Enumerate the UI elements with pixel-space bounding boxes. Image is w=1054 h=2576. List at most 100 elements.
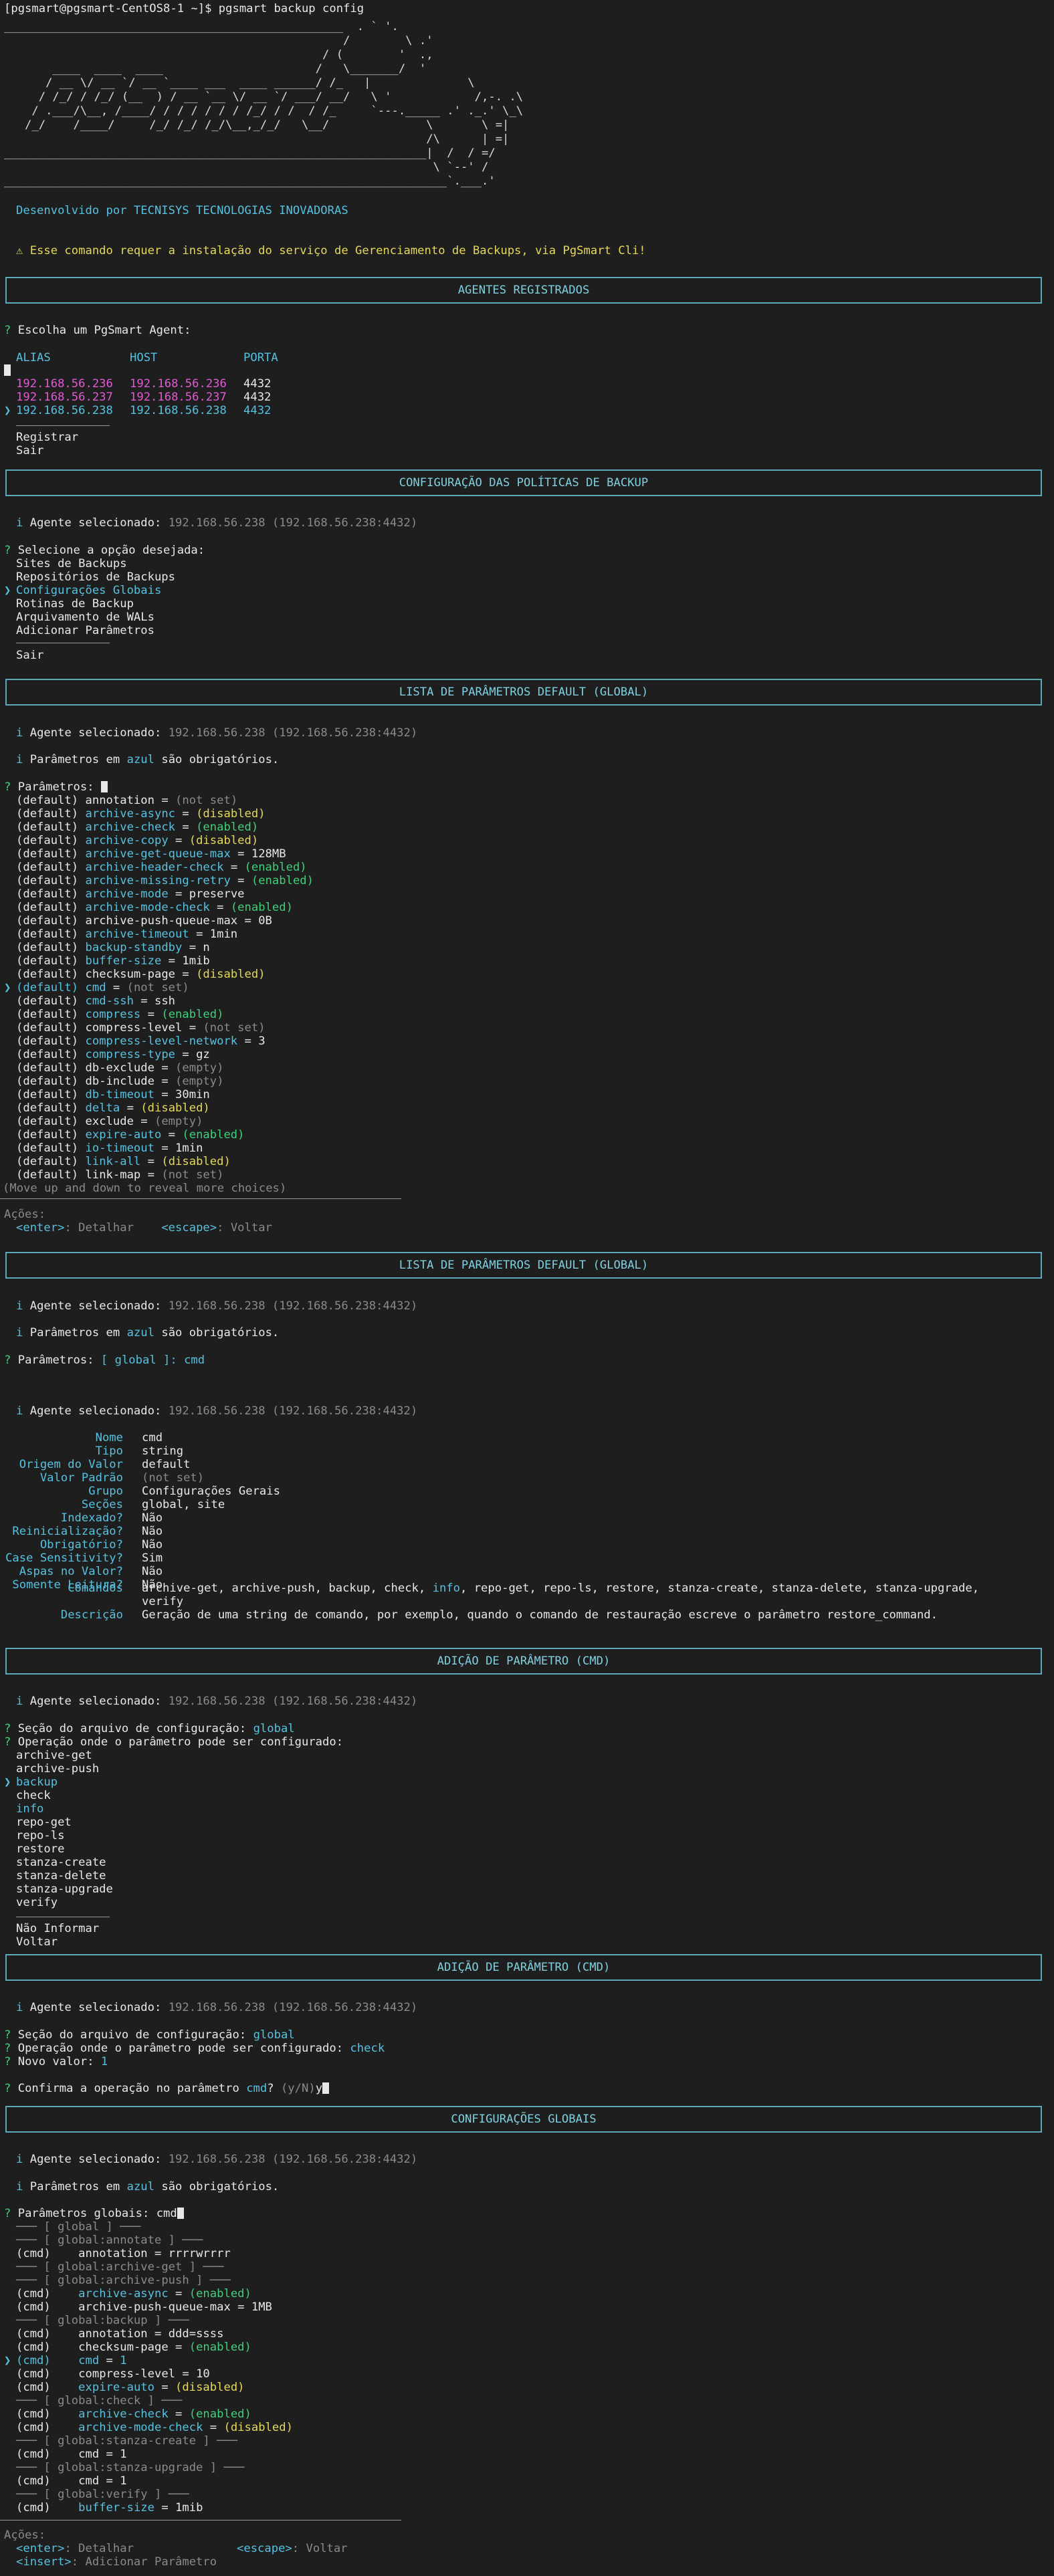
- detail-value: Configurações Gerais: [142, 1485, 280, 1498]
- detail-key: Aspas no Valor?: [19, 1565, 123, 1578]
- agent-exit-option[interactable]: Sair: [16, 444, 43, 457]
- question-icon: ?: [4, 1354, 11, 1367]
- param-row[interactable]: ❯ (default) cmd = (not set): [4, 981, 189, 994]
- param-name: backup-standby: [85, 941, 183, 954]
- actions-bar: <enter>: Detalhar <escape>: Voltar: [16, 1221, 272, 1235]
- question-icon: ?: [4, 324, 11, 337]
- param-source: (cmd): [16, 2341, 51, 2354]
- selected-agent-value: 192.168.56.238 (192.168.56.238:4432): [168, 726, 418, 740]
- param-value: (enabled): [189, 2341, 251, 2354]
- enter-key[interactable]: <enter>: [16, 2542, 64, 2555]
- section-header-params-2: LISTA DE PARÂMETROS DEFAULT (GLOBAL): [5, 1252, 1042, 1279]
- selected-agent: i Agente selecionado: 192.168.56.238 (19…: [4, 1299, 417, 1313]
- param-source: (default): [16, 887, 79, 901]
- detail-value: Não: [142, 1565, 163, 1578]
- detail-key: Nome: [95, 1431, 123, 1444]
- param-name: buffer-size: [78, 2501, 154, 2514]
- escape-key[interactable]: <escape>: [237, 2542, 292, 2555]
- section-group-label: [ global:check ]: [43, 2394, 154, 2407]
- info-icon: i: [16, 2153, 23, 2166]
- param-name: archive-get-queue-max: [85, 847, 231, 861]
- pointer-icon: ❯: [4, 584, 11, 597]
- param-row[interactable]: ❯ (cmd) cmd = 1: [4, 2354, 127, 2367]
- operation-question: ? Operação onde o parâmetro pode ser con…: [4, 1735, 344, 1749]
- info-icon: i: [16, 1299, 23, 1313]
- param-value: 1: [120, 2474, 127, 2488]
- param-source: (cmd): [16, 2367, 51, 2381]
- section-question: ? Seção do arquivo de configuração: glob…: [4, 1722, 295, 1735]
- pointer-icon: ❯: [4, 404, 11, 417]
- param-source: (default): [16, 1168, 79, 1182]
- param-name: archive-push-queue-max: [78, 2300, 231, 2314]
- detail-key: Seções: [81, 1498, 123, 1511]
- detail-key: Grupo: [88, 1485, 123, 1498]
- param-value: 1min: [175, 1142, 203, 1155]
- agent-row[interactable]: ❯ 192.168.56.238 192.168.56.238 4432: [4, 404, 271, 417]
- operation-label: archive-get: [16, 1749, 92, 1762]
- param-name: archive-copy: [85, 834, 169, 847]
- param-name: db-timeout: [85, 1088, 154, 1101]
- agent-host: 192.168.56.236: [130, 377, 227, 391]
- selected-agent-label: Agente selecionado:: [29, 726, 162, 740]
- param-name: io-timeout: [85, 1142, 154, 1155]
- escape-key[interactable]: <escape>: [161, 1221, 217, 1235]
- required-note-a: Parâmetros em: [29, 753, 127, 766]
- param-value: (empty): [175, 1075, 224, 1088]
- required-note-b: azul: [126, 1326, 154, 1339]
- param-value: (not set): [126, 981, 189, 994]
- detail-key: Valor Padrão: [39, 1471, 123, 1485]
- param-name: archive-check: [78, 2407, 169, 2421]
- param-value: (empty): [175, 1061, 224, 1075]
- developer-credit: Desenvolvido por TECNISYS TECNOLOGIAS IN…: [16, 204, 348, 217]
- insert-key[interactable]: <insert>: [16, 2555, 72, 2569]
- param-name: link-all: [85, 1155, 141, 1168]
- selected-agent: i Agente selecionado: 192.168.56.238 (19…: [4, 726, 417, 740]
- param-source: (default): [16, 981, 79, 994]
- selected-agent-value: 192.168.56.238 (192.168.56.238:4432): [168, 1299, 418, 1313]
- agent-host: 192.168.56.237: [130, 391, 227, 404]
- confirm-prompt[interactable]: ? Confirma a operação no parâmetro cmd? …: [4, 2082, 330, 2095]
- option-label: Adicionar Parâmetros: [16, 624, 154, 637]
- section-group-label: [ global:archive-push ]: [43, 2274, 203, 2287]
- param-name: archive-check: [85, 821, 176, 834]
- operation-item[interactable]: ❯ backup: [4, 1776, 58, 1789]
- op-back[interactable]: Voltar: [16, 1935, 58, 1949]
- option-item[interactable]: ❯ Configurações Globais: [4, 584, 161, 597]
- section-group-label: [ global:annotate ]: [43, 2234, 176, 2247]
- required-note-c: são obrigatórios.: [154, 753, 280, 766]
- detail-value: Não: [142, 1511, 163, 1525]
- selected-agent: i Agente selecionado: 192.168.56.238 (19…: [4, 2001, 417, 2014]
- param-value: (not set): [203, 1021, 266, 1035]
- option-exit[interactable]: Sair: [16, 649, 43, 662]
- detail-value: global, site: [142, 1498, 225, 1511]
- op-no-inform[interactable]: Não Informar: [16, 1922, 99, 1935]
- param-source: (default): [16, 1155, 79, 1168]
- more-choices-hint: (Move up and down to reveal more choices…: [3, 1182, 287, 1195]
- param-name: expire-auto: [85, 1128, 162, 1142]
- divider: [0, 1198, 401, 1199]
- detail-value: cmd: [142, 1431, 163, 1444]
- detail-key: Case Sensitivity?: [5, 1551, 123, 1565]
- param-source: (default): [16, 901, 79, 914]
- agent-alias: 192.168.56.236: [16, 377, 113, 391]
- detail-value: Geração de uma string de comando, por ex…: [142, 1608, 938, 1622]
- param-value: (enabled): [196, 821, 259, 834]
- option-question: ? Selecione a opção desejada:: [4, 544, 205, 557]
- required-note: i Parâmetros em azul são obrigatórios.: [4, 1326, 279, 1339]
- global-params-question[interactable]: ? Parâmetros globais: cmd: [4, 2207, 184, 2220]
- param-source: (default): [16, 1035, 79, 1048]
- detail-value: (not set): [142, 1471, 205, 1485]
- selected-agent: i Agente selecionado: 192.168.56.238 (19…: [4, 1404, 417, 1418]
- agent-register-option[interactable]: Registrar: [16, 431, 78, 444]
- enter-key[interactable]: <enter>: [16, 1221, 64, 1235]
- operation-label: repo-get: [16, 1816, 72, 1829]
- option-label: Rotinas de Backup: [16, 597, 134, 611]
- selected-agent: i Agente selecionado: 192.168.56.238 (19…: [4, 1695, 417, 1708]
- actions-bar: <enter>: Detalhar <escape>: Voltar: [16, 2542, 348, 2555]
- option-label: Sites de Backups: [16, 557, 127, 570]
- operation-label: archive-push: [16, 1762, 100, 1776]
- agent-alias: 192.168.56.238: [16, 404, 113, 417]
- param-value: (not set): [175, 794, 238, 807]
- selected-agent-value: 192.168.56.238 (192.168.56.238:4432): [168, 516, 418, 530]
- param-value: ddd=ssss: [168, 2327, 224, 2341]
